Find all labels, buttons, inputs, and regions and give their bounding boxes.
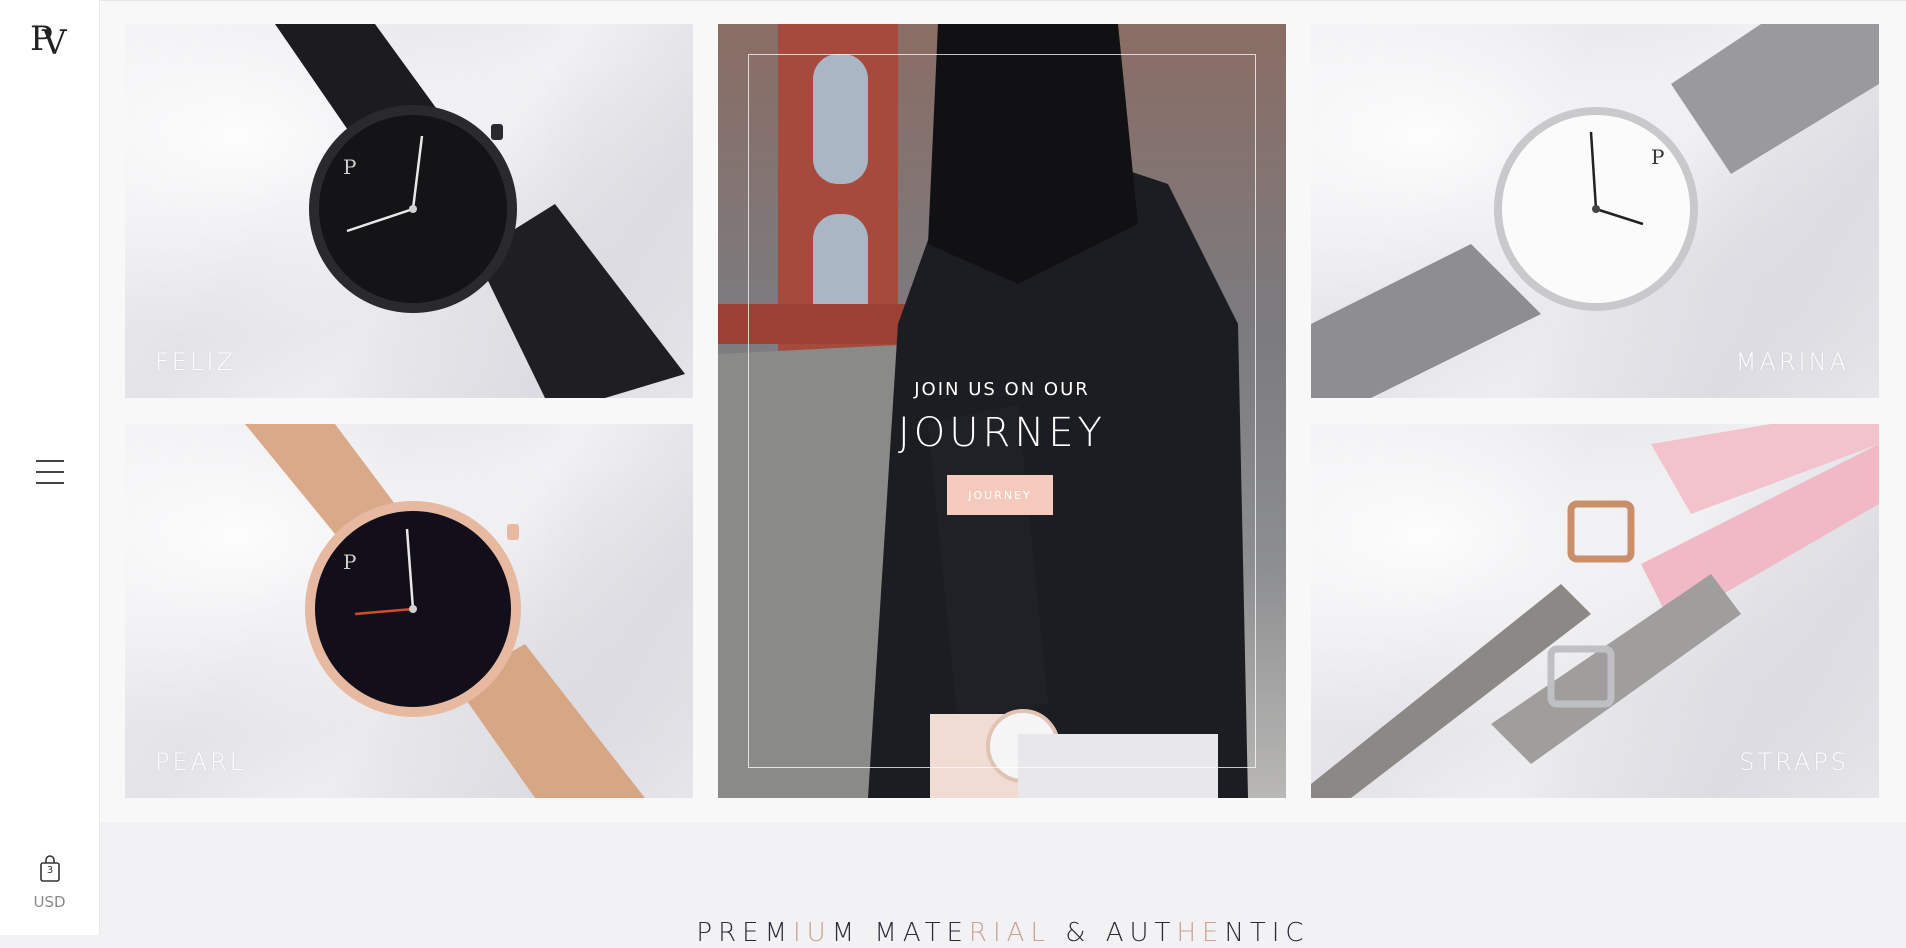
heading-accent: IU: [793, 918, 832, 948]
svg-text:V: V: [41, 23, 68, 60]
tile-label-marina: MARINA: [1735, 348, 1849, 376]
straps-image: [1311, 424, 1879, 798]
tile-label-feliz: FELIZ: [155, 348, 236, 376]
tile-straps[interactable]: STRAPS: [1311, 424, 1879, 798]
tile-feliz[interactable]: P FELIZ: [125, 24, 693, 398]
svg-text:P: P: [343, 550, 356, 574]
journey-subtitle: JOIN US ON OUR: [914, 379, 1090, 400]
tile-journey[interactable]: JOIN US ON OUR JOURNEY JOURNEY: [718, 24, 1286, 798]
heading-part: M MATE: [831, 918, 969, 948]
heading-accent: RIAL: [968, 918, 1051, 948]
journey-button[interactable]: JOURNEY: [947, 475, 1053, 515]
svg-text:P: P: [343, 155, 356, 179]
watch-image-feliz: P: [275, 24, 685, 398]
shopping-bag-icon[interactable]: 3: [38, 855, 62, 883]
heading-part: PREM: [696, 918, 793, 948]
watch-image-pearl: P: [245, 424, 645, 798]
hamburger-menu-icon[interactable]: [36, 460, 64, 484]
heading-accent: HE: [1176, 918, 1225, 948]
currency-selector[interactable]: USD: [0, 893, 99, 911]
tile-pearl[interactable]: P PEARL: [125, 424, 693, 798]
tile-label-pearl: PEARL: [155, 748, 247, 776]
journey-title: JOURNEY: [898, 410, 1106, 456]
section-heading: PREMIUM MATERIAL & AUTHENTIC: [100, 918, 1906, 948]
tile-label-straps: STRAPS: [1739, 748, 1849, 776]
heading-part: & AUT: [1050, 918, 1177, 948]
sidebar: P V 3 USD: [0, 0, 100, 935]
heading-part: NTIC: [1224, 918, 1310, 948]
watch-image-marina: P: [1311, 24, 1879, 398]
collection-grid: P FELIZ P PEARL JOIN US ON OUR JOURNEY J…: [100, 0, 1906, 822]
tile-marina[interactable]: P MARINA: [1311, 24, 1879, 398]
cart-count: 3: [46, 865, 54, 876]
svg-text:P: P: [1651, 145, 1664, 169]
pv-logo-icon[interactable]: P V: [28, 14, 72, 60]
